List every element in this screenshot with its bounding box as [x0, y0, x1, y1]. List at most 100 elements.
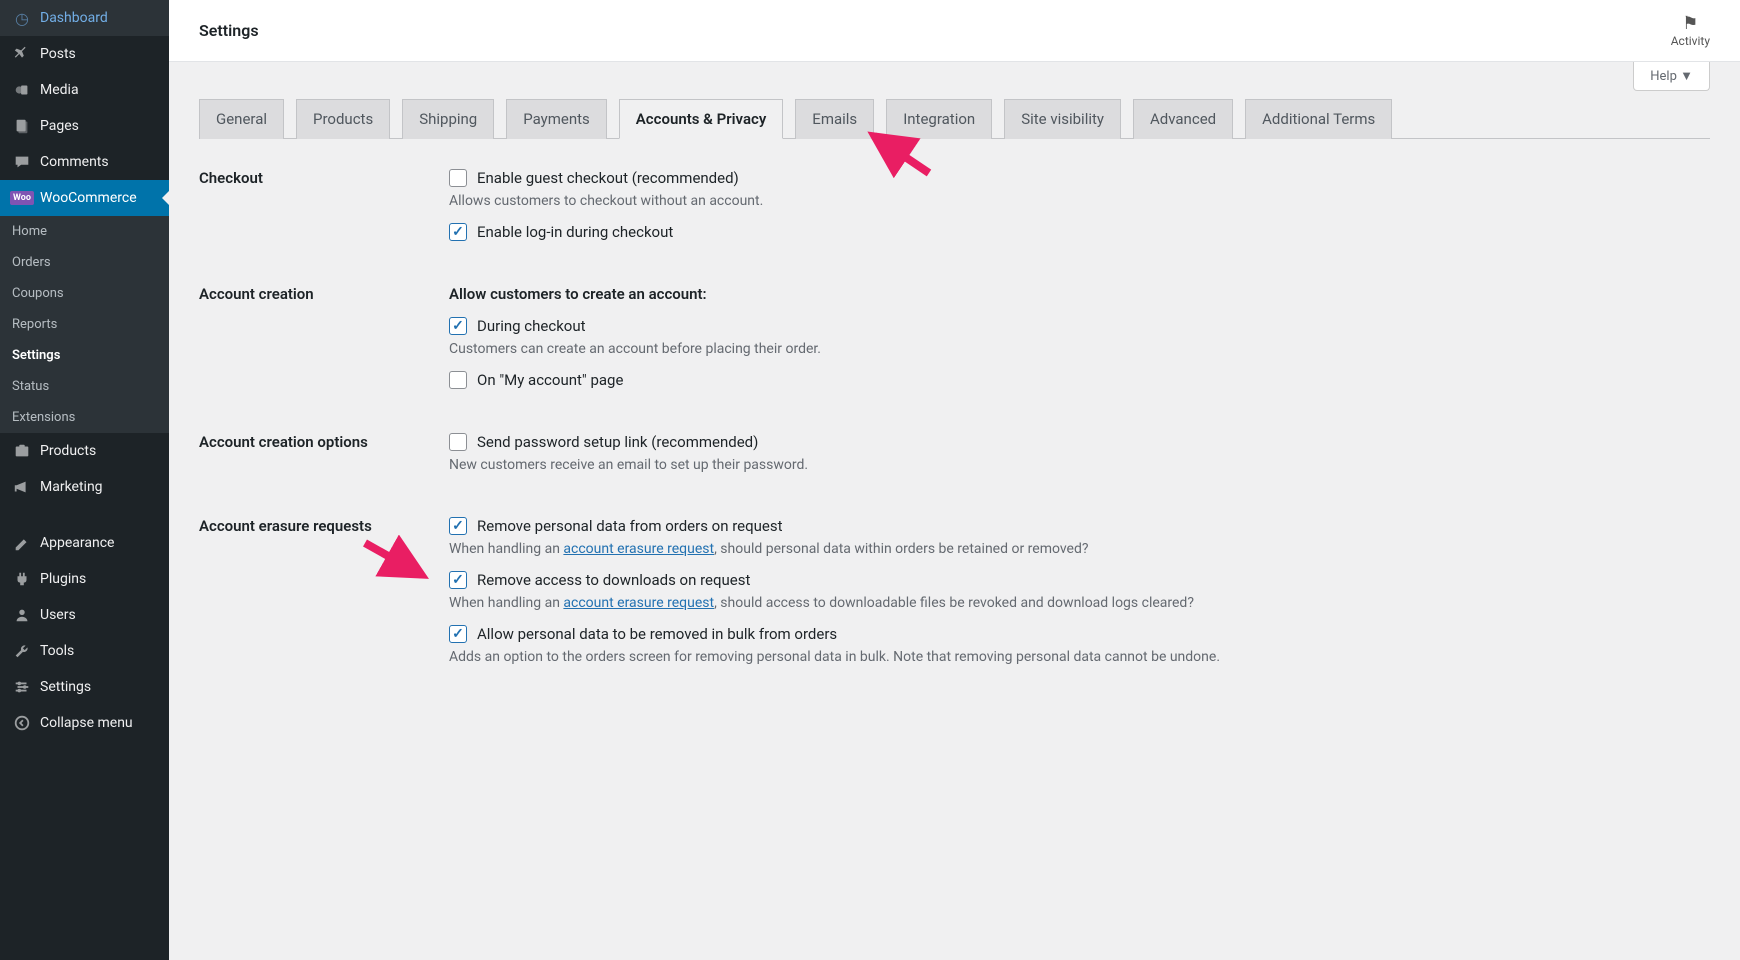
appearance-icon [12, 533, 32, 553]
field-description: New customers receive an email to set up… [449, 457, 1710, 473]
sidebar-item-posts[interactable]: Posts [0, 36, 169, 72]
tab-additional-terms[interactable]: Additional Terms [1245, 99, 1392, 139]
sidebar-sub-status[interactable]: Status [0, 371, 169, 402]
products-icon [12, 441, 32, 461]
tab-payments[interactable]: Payments [506, 99, 607, 139]
sidebar-item-appearance[interactable]: Appearance [0, 525, 169, 561]
checkbox-label: Allow personal data to be removed in bul… [477, 625, 837, 643]
sidebar-item-woocommerce[interactable]: Woo WooCommerce [0, 180, 169, 216]
checkbox-icon [449, 317, 467, 335]
sidebar-item-collapse[interactable]: Collapse menu [0, 705, 169, 741]
sidebar-item-products[interactable]: Products [0, 433, 169, 469]
checkbox-label: Enable guest checkout (recommended) [477, 169, 739, 187]
sidebar-item-label: Plugins [40, 571, 86, 587]
checkbox-label: Remove personal data from orders on requ… [477, 517, 783, 535]
sidebar-item-label: WooCommerce [40, 190, 137, 206]
help-row: Help ▼ [169, 62, 1740, 91]
dashboard-icon: ◷ [12, 8, 32, 28]
media-icon [12, 80, 32, 100]
tools-icon [12, 641, 32, 661]
activity-label: Activity [1671, 34, 1710, 48]
checkbox-login-checkout[interactable]: Enable log-in during checkout [449, 223, 1710, 241]
checkbox-icon [449, 223, 467, 241]
sidebar-item-label: Dashboard [40, 10, 108, 26]
tab-products[interactable]: Products [296, 99, 390, 139]
erasure-link[interactable]: account erasure request [563, 595, 714, 611]
admin-sidebar: ◷ Dashboard Posts Media Pages Comments W… [0, 0, 169, 960]
section-label: Account creation options [199, 433, 449, 487]
section-label: Account erasure requests [199, 517, 449, 679]
sidebar-item-marketing[interactable]: Marketing [0, 469, 169, 505]
sidebar-item-label: Comments [40, 154, 109, 170]
sidebar-item-settings[interactable]: Settings [0, 669, 169, 705]
checkbox-bulk-remove[interactable]: Allow personal data to be removed in bul… [449, 625, 1710, 643]
sidebar-item-plugins[interactable]: Plugins [0, 561, 169, 597]
tab-site-visibility[interactable]: Site visibility [1004, 99, 1121, 139]
checkbox-label: Enable log-in during checkout [477, 223, 673, 241]
sidebar-item-label: Settings [40, 679, 91, 695]
checkbox-my-account[interactable]: On "My account" page [449, 371, 1710, 389]
sidebar-item-comments[interactable]: Comments [0, 144, 169, 180]
collapse-icon [12, 713, 32, 733]
field-description: Adds an option to the orders screen for … [449, 649, 1710, 665]
users-icon [12, 605, 32, 625]
sidebar-sub-orders[interactable]: Orders [0, 247, 169, 278]
marketing-icon [12, 477, 32, 497]
sidebar-sub-coupons[interactable]: Coupons [0, 278, 169, 309]
checkbox-password-link[interactable]: Send password setup link (recommended) [449, 433, 1710, 451]
sidebar-item-tools[interactable]: Tools [0, 633, 169, 669]
section-label: Checkout [199, 169, 449, 255]
checkbox-label: On "My account" page [477, 371, 623, 389]
activity-button[interactable]: ⚑ Activity [1671, 13, 1710, 48]
field-description: Customers can create an account before p… [449, 341, 1710, 357]
sidebar-item-media[interactable]: Media [0, 72, 169, 108]
section-checkout: Checkout Enable guest checkout (recommen… [199, 169, 1710, 255]
sidebar-item-label: Tools [40, 643, 74, 659]
section-label: Account creation [199, 285, 449, 403]
tab-shipping[interactable]: Shipping [402, 99, 494, 139]
flag-icon: ⚑ [1671, 13, 1710, 34]
checkbox-icon [449, 169, 467, 187]
tab-accounts-privacy[interactable]: Accounts & Privacy [619, 99, 784, 139]
section-erasure: Account erasure requests Remove personal… [199, 517, 1710, 679]
main-content: Settings ⚑ Activity Help ▼ General Produ… [169, 0, 1740, 960]
sidebar-sub-settings[interactable]: Settings [0, 340, 169, 371]
section-creation-options: Account creation options Send password s… [199, 433, 1710, 487]
section-account-creation: Account creation Allow customers to crea… [199, 285, 1710, 403]
page-header: Settings ⚑ Activity [169, 0, 1740, 62]
field-heading: Allow customers to create an account: [449, 285, 1710, 303]
comments-icon [12, 152, 32, 172]
sidebar-item-dashboard[interactable]: ◷ Dashboard [0, 0, 169, 36]
field-description: Allows customers to checkout without an … [449, 193, 1710, 209]
tab-advanced[interactable]: Advanced [1133, 99, 1233, 139]
field-description: When handling an account erasure request… [449, 595, 1710, 611]
field-description: When handling an account erasure request… [449, 541, 1710, 557]
sidebar-item-label: Users [40, 607, 76, 623]
sidebar-item-users[interactable]: Users [0, 597, 169, 633]
checkbox-during-checkout[interactable]: During checkout [449, 317, 1710, 335]
checkbox-icon [449, 517, 467, 535]
sidebar-item-pages[interactable]: Pages [0, 108, 169, 144]
checkbox-label: Remove access to downloads on request [477, 571, 750, 589]
tab-emails[interactable]: Emails [795, 99, 874, 139]
settings-icon [12, 677, 32, 697]
sidebar-item-label: Media [40, 82, 79, 98]
checkbox-remove-personal-data[interactable]: Remove personal data from orders on requ… [449, 517, 1710, 535]
help-button[interactable]: Help ▼ [1633, 62, 1710, 91]
checkbox-remove-downloads[interactable]: Remove access to downloads on request [449, 571, 1710, 589]
sidebar-item-label: Marketing [40, 479, 103, 495]
sidebar-item-label: Appearance [40, 535, 114, 551]
settings-content: General Products Shipping Payments Accou… [169, 91, 1740, 709]
sidebar-sub-reports[interactable]: Reports [0, 309, 169, 340]
tab-general[interactable]: General [199, 99, 284, 139]
page-title: Settings [199, 21, 259, 40]
checkbox-icon [449, 571, 467, 589]
tab-integration[interactable]: Integration [886, 99, 992, 139]
woocommerce-icon: Woo [12, 188, 32, 208]
sidebar-item-label: Pages [40, 118, 79, 134]
checkbox-guest-checkout[interactable]: Enable guest checkout (recommended) [449, 169, 1710, 187]
sidebar-sub-home[interactable]: Home [0, 216, 169, 247]
sidebar-sub-extensions[interactable]: Extensions [0, 402, 169, 433]
erasure-link[interactable]: account erasure request [563, 541, 714, 557]
checkbox-icon [449, 433, 467, 451]
